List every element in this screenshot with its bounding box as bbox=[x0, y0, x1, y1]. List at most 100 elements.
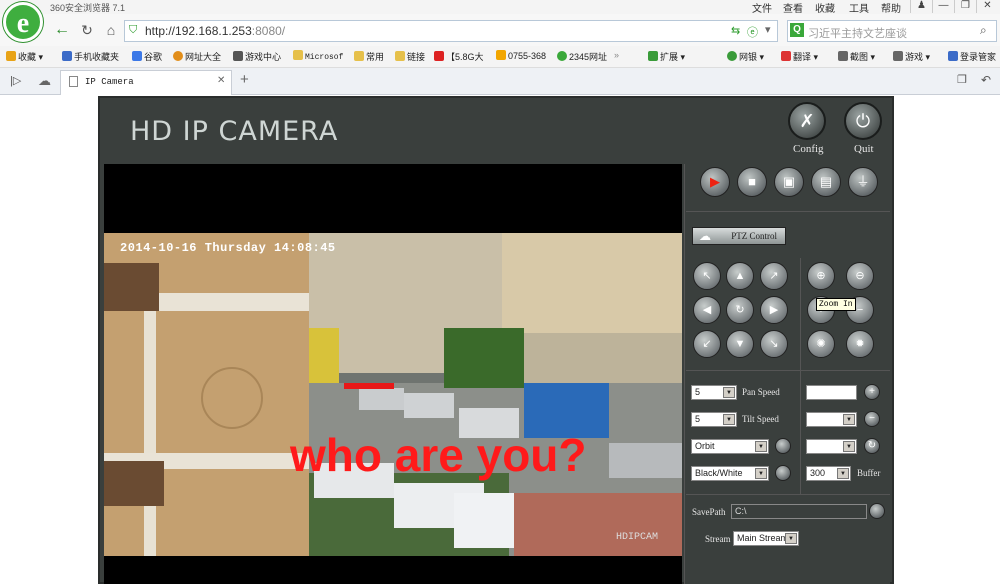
search-input[interactable]: 习近平主持文艺座谈 bbox=[808, 25, 907, 41]
undo-close-icon[interactable]: ↶ bbox=[981, 73, 991, 87]
search-box[interactable]: Q 习近平主持文艺座谈 ⌕ bbox=[787, 20, 997, 42]
dropdown-chevron-icon[interactable]: ▾ bbox=[765, 23, 771, 36]
pan-speed-select[interactable]: 5 ▼ bbox=[691, 385, 737, 400]
address-port: :8080/ bbox=[251, 24, 286, 38]
close-window-icon[interactable]: ✕ bbox=[976, 0, 998, 13]
gamepad-icon bbox=[233, 51, 243, 61]
snapshot-button[interactable]: ▣ bbox=[774, 167, 804, 197]
menu-tools[interactable]: 工具 bbox=[849, 0, 869, 15]
add-preset-button[interactable]: + bbox=[864, 384, 880, 400]
remove-preset-button[interactable]: − bbox=[864, 411, 880, 427]
bookmarks-bar: 收藏 ▾ 手机收藏夹 谷歌 网址大全 游戏中心 Microsof 常用 链接 【… bbox=[0, 46, 1000, 68]
address-bar[interactable]: ⛉ http://192.168.1.253:8080/ ⇆ ⓔ ▾ bbox=[124, 20, 778, 42]
bookmark-0755[interactable]: 0755-368 bbox=[496, 50, 546, 61]
restore-icon[interactable]: ❐ bbox=[954, 0, 976, 13]
refresh-icon[interactable]: ↻ bbox=[79, 22, 95, 38]
tab-ip-camera[interactable]: IP Camera ✕ bbox=[60, 70, 232, 95]
toolbar-screenshot[interactable]: 截图 ▾ bbox=[838, 50, 875, 63]
bookmark-mobile[interactable]: 手机收藏夹 bbox=[62, 50, 119, 63]
new-tab-icon[interactable]: + bbox=[240, 71, 249, 88]
ptz-left-button[interactable]: ◀ bbox=[693, 296, 721, 324]
arrow-down-right-icon: ↘ bbox=[769, 338, 779, 350]
more-bookmarks-icon[interactable]: » bbox=[614, 50, 619, 60]
minimize-icon[interactable]: — bbox=[932, 0, 954, 13]
buffer-select[interactable]: 300 ▼ bbox=[806, 466, 851, 481]
toolbar-bank[interactable]: 网银 ▾ bbox=[727, 50, 764, 63]
sidebar-toggle-icon[interactable]: |▷ bbox=[10, 74, 21, 87]
compat-mode-icon[interactable]: ⇆ bbox=[731, 24, 740, 37]
search-engine-icon[interactable]: Q bbox=[790, 23, 804, 37]
ptz-up-left-button[interactable]: ↖ bbox=[693, 262, 721, 290]
stop-button[interactable]: ■ bbox=[737, 167, 767, 197]
play-button[interactable]: ▶ bbox=[700, 167, 730, 197]
toolbar-games[interactable]: 游戏 ▾ bbox=[893, 50, 930, 63]
cloud-icon: ☁ bbox=[699, 229, 711, 243]
stream-select[interactable]: Main Stream ▼ bbox=[733, 531, 799, 546]
savepath-label: SavePath bbox=[692, 507, 726, 517]
sun-minus-icon: ✹ bbox=[855, 338, 865, 350]
talk-button[interactable]: ⏚ bbox=[848, 167, 878, 197]
zoom-out-icon: ⊖ bbox=[855, 270, 865, 282]
globe-icon bbox=[173, 51, 183, 61]
translate-icon bbox=[781, 51, 791, 61]
menu-help[interactable]: 帮助 bbox=[881, 0, 901, 15]
bookmark-114[interactable]: 【5.8G大 bbox=[434, 50, 484, 63]
tilt-speed-select[interactable]: 5 ▼ bbox=[691, 412, 737, 427]
refresh-icon: ↻ bbox=[867, 440, 877, 451]
toolbar-extensions[interactable]: 扩展 ▾ bbox=[648, 50, 685, 63]
search-icon[interactable]: ⌕ bbox=[980, 23, 987, 38]
toolbar-translate[interactable]: 翻译 ▾ bbox=[781, 50, 818, 63]
goto-preset-button[interactable]: ↻ bbox=[864, 438, 880, 454]
iris-close-button[interactable]: ✹ bbox=[846, 330, 874, 358]
arrow-down-icon: ▼ bbox=[734, 338, 746, 350]
bookmark-favorites[interactable]: 收藏 ▾ bbox=[6, 50, 43, 63]
quit-button[interactable]: ⏻ bbox=[844, 102, 882, 140]
preset-name-input[interactable] bbox=[806, 385, 857, 400]
bank-icon bbox=[727, 51, 737, 61]
ptz-down-button[interactable]: ▼ bbox=[726, 330, 754, 358]
bookmark-games[interactable]: 游戏中心 bbox=[233, 50, 281, 63]
cloud-icon[interactable]: ☁ bbox=[38, 73, 51, 89]
site-114-icon bbox=[434, 51, 444, 61]
menu-file[interactable]: 文件 bbox=[752, 0, 772, 15]
toolbar-login-manager[interactable]: 登录管家 bbox=[948, 50, 996, 63]
star-icon bbox=[6, 51, 16, 61]
ie-mode-icon[interactable]: ⓔ bbox=[747, 24, 758, 40]
menu-favorites[interactable]: 收藏 bbox=[815, 0, 835, 15]
bookmark-hao123[interactable]: 网址大全 bbox=[173, 50, 221, 63]
record-button[interactable]: ▤ bbox=[811, 167, 841, 197]
savepath-input[interactable]: C:\ bbox=[731, 504, 867, 519]
zoom-in-button[interactable]: ⊕ bbox=[807, 262, 835, 290]
plus-icon: + bbox=[869, 386, 875, 397]
skin-icon[interactable]: ♟ bbox=[910, 0, 932, 13]
ptz-right-button[interactable]: ▶ bbox=[760, 296, 788, 324]
ptz-up-button[interactable]: ▲ bbox=[726, 262, 754, 290]
bookmark-microsoft[interactable]: Microsof bbox=[293, 50, 343, 62]
ptz-down-right-button[interactable]: ↘ bbox=[760, 330, 788, 358]
back-icon[interactable]: ← bbox=[54, 22, 70, 38]
bookmark-links[interactable]: 链接 bbox=[395, 50, 425, 63]
tab-list-icon[interactable]: ❐ bbox=[957, 73, 967, 86]
ptz-up-right-button[interactable]: ↗ bbox=[760, 262, 788, 290]
menu-view[interactable]: 查看 bbox=[783, 0, 803, 15]
color-mode-go-button[interactable] bbox=[775, 465, 791, 481]
ptz-down-left-button[interactable]: ↙ bbox=[693, 330, 721, 358]
bookmark-google[interactable]: 谷歌 bbox=[132, 50, 162, 63]
orbit-select[interactable]: Orbit ▼ bbox=[691, 439, 769, 454]
browse-folder-button[interactable] bbox=[869, 503, 885, 519]
home-icon[interactable]: ⌂ bbox=[103, 22, 119, 38]
preset-delete-select[interactable]: ▼ bbox=[806, 412, 857, 427]
ptz-center-button[interactable]: ↻ bbox=[726, 296, 754, 324]
ptz-control-button[interactable]: ☁ PTZ Control bbox=[692, 227, 786, 245]
arrow-up-right-icon: ↗ bbox=[769, 270, 779, 282]
preset-goto-select[interactable]: ▼ bbox=[806, 439, 857, 454]
site-2345-icon bbox=[557, 51, 567, 61]
color-mode-select[interactable]: Black/White ▼ bbox=[691, 466, 769, 481]
config-button[interactable]: ✗ bbox=[788, 102, 826, 140]
orbit-go-button[interactable] bbox=[775, 438, 791, 454]
tab-close-icon[interactable]: ✕ bbox=[217, 75, 225, 86]
bookmark-2345[interactable]: 2345网址 bbox=[557, 50, 607, 63]
zoom-out-button[interactable]: ⊖ bbox=[846, 262, 874, 290]
iris-open-button[interactable]: ✺ bbox=[807, 330, 835, 358]
bookmark-common[interactable]: 常用 bbox=[354, 50, 384, 63]
